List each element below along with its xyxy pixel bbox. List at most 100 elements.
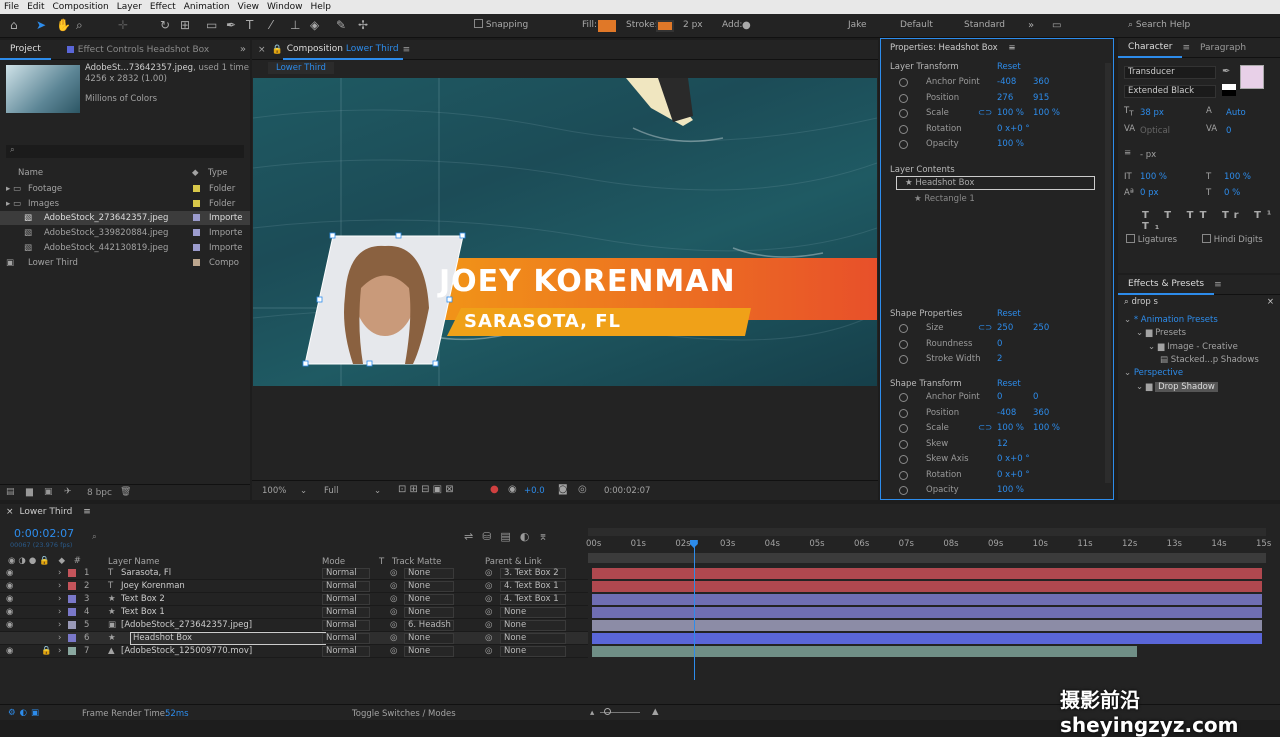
track-matte-dropdown[interactable]: None — [404, 646, 454, 657]
parent-dropdown[interactable]: None — [500, 646, 566, 657]
eraser-tool-icon[interactable]: ◈ — [310, 18, 319, 33]
lower-third-name-text[interactable]: JOEY KORENMAN — [439, 264, 736, 299]
eye-icon[interactable]: ◉ — [6, 606, 13, 619]
effects-tree-item[interactable]: ⌄ ▆ Image - Creative — [1148, 342, 1238, 352]
timeline-layer-row[interactable]: ◉ › 2 T Joey Korenman Normal ◎ None ◎ 4. Text Box… — [0, 580, 588, 593]
effects-tree-item[interactable]: ⌄ Perspective — [1124, 368, 1183, 378]
layer-label-color[interactable] — [68, 634, 76, 642]
tab-project[interactable]: Project — [0, 40, 51, 60]
new-folder-icon[interactable]: ▆ — [26, 487, 33, 497]
adjust-icon[interactable]: ✈ — [64, 487, 72, 497]
track-matte-dropdown[interactable]: None — [404, 607, 454, 618]
layer-name[interactable]: Text Box 2 — [121, 593, 165, 606]
constrain-proportions-icon[interactable]: ⊂⊃ — [978, 423, 992, 433]
exposure-reset-icon[interactable]: ◉ — [508, 484, 517, 495]
snapping-checkbox[interactable]: Snapping — [474, 18, 528, 33]
content-rectangle[interactable]: ★ Rectangle 1 — [914, 194, 975, 204]
layer-label-color[interactable] — [68, 621, 76, 629]
effects-tree-item[interactable]: ⌄ * Animation Presets — [1124, 315, 1218, 325]
label-color-swatch[interactable] — [193, 258, 200, 266]
shape-transform-reset[interactable]: Reset — [997, 379, 1021, 389]
type-tool-icon[interactable]: T — [246, 18, 253, 33]
menu-composition[interactable]: Composition — [49, 2, 113, 12]
property-value[interactable]: -408 — [997, 77, 1016, 87]
toggle-switches-modes[interactable]: Toggle Switches / Modes — [352, 709, 456, 719]
new-comp-icon[interactable]: ▣ — [44, 487, 53, 497]
property-value[interactable]: 0 x+0 ° — [997, 454, 1030, 464]
search-help[interactable]: ⌕ Search Help — [1128, 18, 1190, 33]
track-matte-dropdown[interactable]: None — [404, 633, 454, 644]
expand-chevron-icon[interactable]: › — [58, 567, 61, 580]
layer-duration-bar[interactable] — [592, 620, 1262, 631]
property-value[interactable]: -408 — [997, 408, 1016, 418]
matte-source-icon[interactable]: ◎ — [390, 645, 397, 658]
property-value[interactable]: 0 — [997, 392, 1002, 402]
menu-layer[interactable]: Layer — [113, 2, 146, 12]
eye-icon[interactable]: ◉ — [6, 619, 13, 632]
close-icon[interactable]: × — [252, 45, 272, 55]
effects-tree-item[interactable]: ⌄ ▆ Presets — [1136, 328, 1186, 338]
baseline-value[interactable]: 0 px — [1140, 188, 1159, 198]
zoom-tool-icon[interactable]: ⌕ — [76, 18, 83, 33]
vertical-scale-value[interactable]: 100 % — [1140, 172, 1167, 182]
tab-composition[interactable]: Composition — [287, 44, 343, 54]
layer-label-color[interactable] — [68, 647, 76, 655]
project-item[interactable]: ▸ ▭ Footage Folder — [0, 182, 250, 196]
tab-character[interactable]: Character — [1118, 38, 1183, 58]
region-of-interest-icon[interactable]: ⊡ ⊞ ⊟ ▣ ⊠ — [398, 484, 454, 495]
property-value[interactable]: 2 — [997, 354, 1002, 364]
properties-scrollbar[interactable] — [1105, 63, 1111, 483]
pickwhip-icon[interactable]: ◎ — [485, 619, 492, 632]
panel-menu-icon[interactable]: ≡ — [83, 507, 91, 517]
zoom-out-icon[interactable]: ▴ — [590, 708, 594, 718]
property-value[interactable]: 0 x+0 ° — [997, 124, 1030, 134]
track-matte-dropdown[interactable]: None — [404, 594, 454, 605]
home-icon[interactable]: ⌂ — [10, 18, 18, 33]
eye-icon[interactable]: ◉ — [6, 593, 13, 606]
stroke-width-char[interactable]: - px — [1140, 150, 1156, 160]
pickwhip-icon[interactable]: ◎ — [485, 580, 492, 593]
matte-source-icon[interactable]: ◎ — [390, 632, 397, 645]
hindi-digits-checkbox[interactable]: Hindi Digits — [1202, 234, 1263, 245]
tsume-value[interactable]: 0 % — [1224, 188, 1240, 198]
eye-icon[interactable]: ◉ — [6, 645, 13, 658]
eye-icon[interactable]: ◉ — [6, 580, 13, 593]
workspace-standard[interactable]: Standard — [964, 18, 1005, 33]
panel-menu-icon[interactable]: ≡ — [1008, 43, 1015, 53]
bit-depth[interactable]: 8 bpc — [87, 488, 112, 498]
layer-mode-dropdown[interactable]: Normal — [322, 607, 370, 618]
menu-file[interactable]: File — [0, 2, 23, 12]
project-item[interactable]: ▧ AdobeStock_442130819.jpeg Importe — [0, 241, 250, 255]
rotate-tool-icon[interactable]: ↻ — [160, 18, 170, 33]
property-value[interactable]: 276 — [997, 93, 1013, 103]
show-snapshot-icon[interactable]: ◎ — [578, 484, 587, 495]
stopwatch-icon[interactable] — [899, 408, 908, 418]
parent-dropdown[interactable]: None — [500, 607, 566, 618]
property-value-2[interactable]: 0 — [1033, 392, 1038, 402]
stroke-width-value[interactable]: 2 px — [683, 18, 703, 33]
panel-expand-icon[interactable]: » — [240, 44, 246, 55]
stopwatch-icon[interactable] — [899, 455, 908, 464]
layer-name[interactable]: Joey Korenman — [121, 580, 185, 593]
property-value-2[interactable]: 100 % — [1033, 423, 1060, 433]
stopwatch-icon[interactable] — [899, 470, 908, 480]
menu-animation[interactable]: Animation — [180, 2, 234, 12]
layer-name[interactable]: [AdobeStock_125009770.mov] — [121, 645, 252, 658]
property-value-2[interactable]: 915 — [1033, 93, 1049, 103]
exposure-value[interactable]: +0.0 — [524, 486, 545, 496]
project-item[interactable]: ▣ Lower Third Compo — [0, 256, 250, 270]
font-family-dropdown[interactable]: Transducer — [1124, 66, 1216, 79]
project-search-input[interactable]: ⌕ — [6, 145, 244, 158]
workspace-jake[interactable]: Jake — [848, 18, 867, 33]
layer-name[interactable]: [AdobeStock_273642357.jpeg] — [121, 619, 252, 632]
effects-tree-item[interactable]: ⌄ ▆ Drop Shadow — [1136, 381, 1218, 392]
layer-duration-bar[interactable] — [592, 581, 1262, 592]
pen-tool-icon[interactable]: ✒ — [226, 18, 236, 33]
roto-tool-icon[interactable]: ✎ — [336, 18, 346, 33]
layer-name[interactable]: Headshot Box — [130, 632, 326, 645]
panel-menu-icon[interactable]: ≡ — [1182, 43, 1190, 53]
menu-view[interactable]: View — [234, 2, 263, 12]
horizontal-scale-value[interactable]: 100 % — [1224, 172, 1251, 182]
layer-name[interactable]: Text Box 1 — [121, 606, 165, 619]
property-value[interactable]: 250 — [997, 323, 1013, 333]
